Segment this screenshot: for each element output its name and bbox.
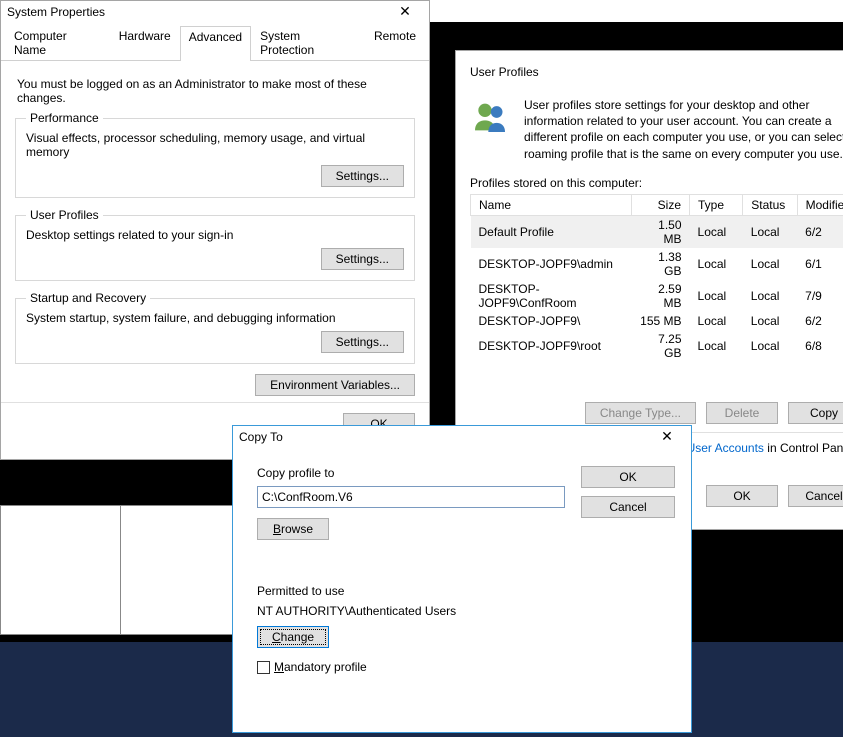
copyto-title: Copy To xyxy=(239,430,283,444)
cell-status: Local xyxy=(743,312,797,330)
cell-status: Local xyxy=(743,215,797,248)
table-row[interactable]: Default Profile1.50 MBLocalLocal6/2 xyxy=(471,215,843,248)
userprofiles-legend: User Profiles xyxy=(26,208,103,222)
browse-button[interactable]: Browse xyxy=(257,518,329,540)
cell-size: 1.50 MB xyxy=(631,215,689,248)
tab-computer-name[interactable]: Computer Name xyxy=(5,25,110,60)
mandatory-profile-checkbox[interactable]: Mandatory profile xyxy=(257,660,367,674)
change-button[interactable]: Change xyxy=(257,626,329,648)
profiles-table[interactable]: Name Size Type Status Modified Default P… xyxy=(470,194,843,362)
sysprop-tabs: Computer Name Hardware Advanced System P… xyxy=(1,25,429,61)
userprof-ok-button[interactable]: OK xyxy=(706,485,778,507)
cell-size: 7.25 GB xyxy=(631,330,689,362)
admin-note: You must be logged on as an Administrato… xyxy=(17,77,415,105)
users-icon xyxy=(470,97,510,137)
background-window-2 xyxy=(120,505,240,635)
cell-modified: 6/2 xyxy=(797,215,843,248)
cell-type: Local xyxy=(690,330,743,362)
startup-settings-button[interactable]: Settings... xyxy=(321,331,404,353)
table-row[interactable]: DESKTOP-JOPF9\ConfRoom2.59 MBLocalLocal7… xyxy=(471,280,843,312)
performance-group: Performance Visual effects, processor sc… xyxy=(15,111,415,198)
cell-modified: 6/2 xyxy=(797,312,843,330)
cell-name: DESKTOP-JOPF9\root xyxy=(471,330,632,362)
cell-status: Local xyxy=(743,248,797,280)
startup-desc: System startup, system failure, and debu… xyxy=(26,311,404,325)
close-icon[interactable]: ✕ xyxy=(647,426,687,448)
cell-name: Default Profile xyxy=(471,215,632,248)
close-icon[interactable]: ✕ xyxy=(385,1,425,23)
userprofiles-group: User Profiles Desktop settings related t… xyxy=(15,208,415,281)
col-type[interactable]: Type xyxy=(690,194,743,215)
cell-name: DESKTOP-JOPF9\ConfRoom xyxy=(471,280,632,312)
change-type-button[interactable]: Change Type... xyxy=(585,402,696,424)
tab-advanced[interactable]: Advanced xyxy=(180,26,251,61)
userprofiles-settings-button[interactable]: Settings... xyxy=(321,248,404,270)
copy-to-dialog: Copy To ✕ Copy profile to Browse Permitt… xyxy=(232,425,692,733)
system-properties-window: System Properties ✕ Computer Name Hardwa… xyxy=(0,0,430,460)
cell-modified: 6/8 xyxy=(797,330,843,362)
copyto-titlebar: Copy To ✕ xyxy=(233,426,691,448)
cell-size: 155 MB xyxy=(631,312,689,330)
table-row[interactable]: DESKTOP-JOPF9\admin1.38 GBLocalLocal6/1 xyxy=(471,248,843,280)
userprofiles-desc: Desktop settings related to your sign-in xyxy=(26,228,404,242)
col-size[interactable]: Size xyxy=(631,194,689,215)
cell-name: DESKTOP-JOPF9\ xyxy=(471,312,632,330)
tab-system-protection[interactable]: System Protection xyxy=(251,25,365,60)
userprof-intro: User profiles store settings for your de… xyxy=(524,97,843,162)
table-row[interactable]: DESKTOP-JOPF9\155 MBLocalLocal6/2 xyxy=(471,312,843,330)
cell-type: Local xyxy=(690,312,743,330)
cell-type: Local xyxy=(690,215,743,248)
copy-button[interactable]: Copy xyxy=(788,402,843,424)
cell-status: Local xyxy=(743,280,797,312)
startup-group: Startup and Recovery System startup, sys… xyxy=(15,291,415,364)
tab-remote[interactable]: Remote xyxy=(365,25,425,60)
sysprop-titlebar: System Properties ✕ xyxy=(1,1,429,23)
cp-note-suffix: in Control Panel. xyxy=(764,441,843,455)
sysprop-title: System Properties xyxy=(7,5,105,19)
delete-button[interactable]: Delete xyxy=(706,402,778,424)
copyto-ok-button[interactable]: OK xyxy=(581,466,675,488)
copyto-cancel-button[interactable]: Cancel xyxy=(581,496,675,518)
env-vars-button[interactable]: Environment Variables... xyxy=(255,374,415,396)
cell-type: Local xyxy=(690,248,743,280)
cell-type: Local xyxy=(690,280,743,312)
permitted-label: Permitted to use xyxy=(257,584,565,598)
performance-desc: Visual effects, processor scheduling, me… xyxy=(26,131,404,159)
tab-hardware[interactable]: Hardware xyxy=(110,25,180,60)
copy-profile-label: Copy profile to xyxy=(257,466,565,480)
cell-status: Local xyxy=(743,330,797,362)
userprof-title: User Profiles xyxy=(470,65,843,79)
cell-modified: 7/9 xyxy=(797,280,843,312)
performance-legend: Performance xyxy=(26,111,103,125)
performance-settings-button[interactable]: Settings... xyxy=(321,165,404,187)
checkbox-icon xyxy=(257,661,270,674)
cell-size: 1.38 GB xyxy=(631,248,689,280)
table-row[interactable]: DESKTOP-JOPF9\root7.25 GBLocalLocal6/8 xyxy=(471,330,843,362)
cell-size: 2.59 MB xyxy=(631,280,689,312)
userprof-cancel-button[interactable]: Cancel xyxy=(788,485,843,507)
col-name[interactable]: Name xyxy=(471,194,632,215)
col-modified[interactable]: Modified xyxy=(797,194,843,215)
startup-legend: Startup and Recovery xyxy=(26,291,150,305)
permitted-value: NT AUTHORITY\Authenticated Users xyxy=(257,604,565,618)
cell-modified: 6/1 xyxy=(797,248,843,280)
cell-name: DESKTOP-JOPF9\admin xyxy=(471,248,632,280)
profiles-list-label: Profiles stored on this computer: xyxy=(470,176,843,190)
copy-path-input[interactable] xyxy=(257,486,565,508)
col-status[interactable]: Status xyxy=(743,194,797,215)
user-accounts-link[interactable]: User Accounts xyxy=(687,441,764,455)
